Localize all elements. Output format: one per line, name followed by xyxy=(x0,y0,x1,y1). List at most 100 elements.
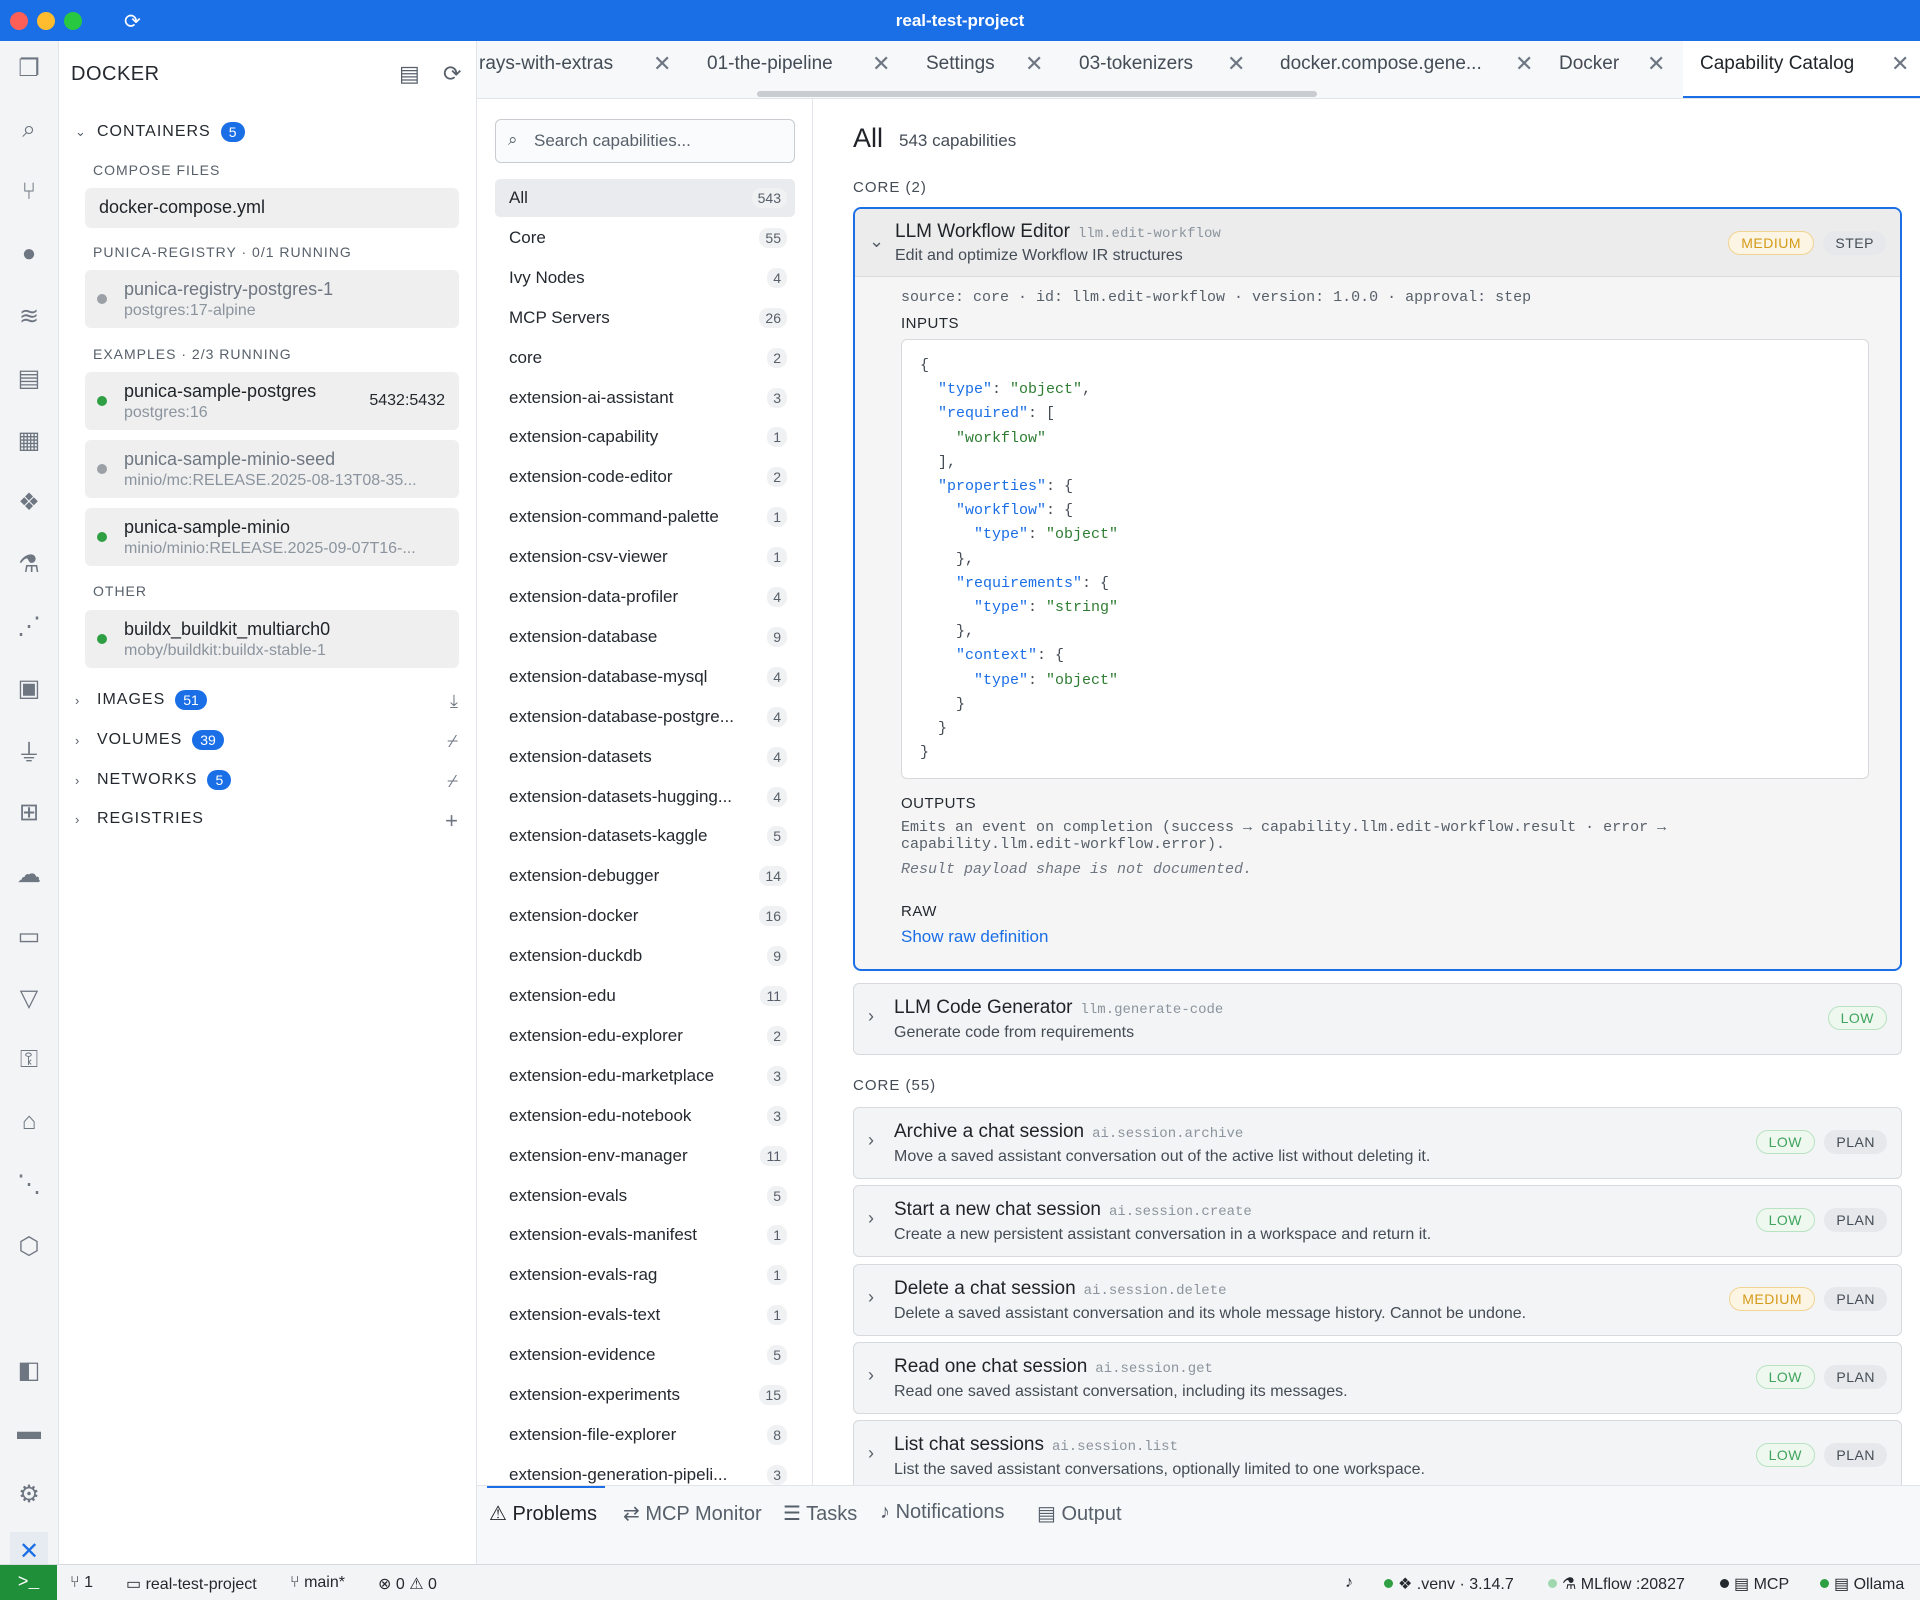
category-item[interactable]: extension-csv-viewer 1 xyxy=(495,538,795,576)
registries-section-header[interactable]: › REGISTRIES xyxy=(75,810,204,828)
category-item[interactable]: extension-datasets-hugging... 4 xyxy=(495,778,795,816)
category-item[interactable]: extension-generation-pipeli... 3 xyxy=(495,1456,795,1485)
tab-rays-with-extras[interactable]: rays-with-extras xyxy=(479,53,613,75)
tab-settings[interactable]: Settings xyxy=(926,53,995,75)
category-item[interactable]: extension-command-palette 1 xyxy=(495,498,795,536)
category-item[interactable]: extension-duckdb 9 xyxy=(495,937,795,975)
volumes-section-header[interactable]: › VOLUMES 39 xyxy=(75,730,224,750)
panel-tab-mcp-monitor[interactable]: ⇄ MCP Monitor xyxy=(623,1501,762,1526)
close-icon[interactable]: ✕ xyxy=(653,51,671,77)
category-item[interactable]: MCP Servers 26 xyxy=(495,299,795,337)
panel-tab-notifications[interactable]: ♪ Notifications xyxy=(880,1501,1005,1524)
capability-card[interactable]: › Archive a chat session ai.session.archiv… xyxy=(853,1107,1902,1179)
flask-icon[interactable]: ⚗ xyxy=(10,545,48,583)
source-control-icon[interactable]: ⑂ xyxy=(10,173,48,211)
networks-section-header[interactable]: › NETWORKS 5 xyxy=(75,770,232,790)
category-item[interactable]: extension-debugger 14 xyxy=(495,857,795,895)
category-item[interactable]: extension-database-mysql 4 xyxy=(495,658,795,696)
brain-icon[interactable]: ☁ xyxy=(10,855,48,893)
plug-icon[interactable]: ⏚ xyxy=(10,731,48,769)
category-item[interactable]: All 543 xyxy=(495,179,795,217)
venv-status[interactable]: ❖ .venv · 3.14.7 xyxy=(1384,1574,1514,1594)
panel-tab-output[interactable]: ▤ Output xyxy=(1037,1501,1122,1526)
category-item[interactable]: extension-evidence 5 xyxy=(495,1336,795,1374)
close-icon[interactable]: ✕ xyxy=(872,51,890,77)
ollama-status[interactable]: ▤ Ollama xyxy=(1820,1574,1904,1594)
layout-icon[interactable]: ▤ xyxy=(399,61,420,87)
search-icon[interactable]: ⌕ xyxy=(10,111,48,149)
category-item[interactable]: extension-docker 16 xyxy=(495,897,795,935)
graduation-cap-icon[interactable]: ⌂ xyxy=(10,1103,48,1141)
category-item[interactable]: extension-edu-explorer 2 xyxy=(495,1017,795,1055)
capability-card[interactable]: › List chat sessions ai.session.list List t… xyxy=(853,1420,1902,1485)
category-item[interactable]: extension-edu-notebook 3 xyxy=(495,1097,795,1135)
category-item[interactable]: extension-code-editor 2 xyxy=(495,458,795,496)
capability-card[interactable]: › Read one chat session ai.session.get Read… xyxy=(853,1341,1902,1414)
close-icon[interactable]: ✕ xyxy=(1891,51,1909,77)
container-item[interactable]: punica-sample-minio-seed minio/mc:RELEAS… xyxy=(85,440,459,498)
capability-card-header[interactable]: ⌄ LLM Workflow Editor llm.edit-workflow E… xyxy=(855,209,1900,277)
docker-icon[interactable]: ▦ xyxy=(10,421,48,459)
close-icon[interactable]: ✕ xyxy=(1515,51,1533,77)
tab-capability-catalog[interactable]: Capability Catalog xyxy=(1700,53,1854,75)
compose-file-item[interactable]: docker-compose.yml xyxy=(85,188,459,228)
panel-tab-tasks[interactable]: ☰ Tasks xyxy=(783,1501,857,1526)
prune-volumes-icon[interactable]: ⌿ xyxy=(447,731,458,752)
problems-status[interactable]: ⊗ 0 ⚠ 0 xyxy=(378,1574,437,1594)
category-item[interactable]: extension-evals-text 1 xyxy=(495,1296,795,1334)
folders-icon[interactable]: ▤ xyxy=(10,359,48,397)
category-item[interactable]: extension-edu 11 xyxy=(495,977,795,1015)
images-section-header[interactable]: › IMAGES 51 xyxy=(75,690,207,710)
containers-section-header[interactable]: ⌄ CONTAINERS 5 xyxy=(75,122,245,142)
category-item[interactable]: Core 55 xyxy=(495,219,795,257)
tab-docker-compose[interactable]: docker.compose.gene... xyxy=(1280,53,1482,75)
workflow-icon[interactable]: ⊞ xyxy=(10,793,48,831)
tabs-scrollbar[interactable] xyxy=(757,91,1317,97)
mcp-status[interactable]: ▤ MCP xyxy=(1720,1574,1789,1594)
nodes-icon[interactable]: ⋱ xyxy=(10,1165,48,1203)
show-raw-definition-link[interactable]: Show raw definition xyxy=(901,927,1048,947)
mlflow-status[interactable]: ⚗ MLflow :20827 xyxy=(1548,1574,1685,1594)
tab-docker[interactable]: Docker xyxy=(1559,53,1619,75)
search-input[interactable] xyxy=(534,128,784,154)
tab-03-tokenizers[interactable]: 03-tokenizers xyxy=(1079,53,1193,75)
refresh-icon[interactable]: ⟳ xyxy=(443,61,461,87)
category-item[interactable]: extension-evals 5 xyxy=(495,1177,795,1215)
container-item[interactable]: punica-registry-postgres-1 postgres:17-a… xyxy=(85,270,459,328)
terminal-icon[interactable]: >_ xyxy=(0,1565,57,1600)
cubes-icon[interactable]: ⬡ xyxy=(10,1227,48,1265)
category-item[interactable]: extension-datasets 4 xyxy=(495,738,795,776)
close-icon[interactable]: ✕ xyxy=(1647,51,1665,77)
pull-image-icon[interactable]: ⤓ xyxy=(450,691,458,712)
container-item[interactable]: punica-sample-minio minio/minio:RELEASE.… xyxy=(85,508,459,566)
prune-networks-icon[interactable]: ⌿ xyxy=(447,771,458,792)
capability-card[interactable]: › LLM Code Generator llm.generate-code Ge… xyxy=(853,983,1902,1055)
settings-gear-icon[interactable]: ⚙ xyxy=(10,1475,48,1513)
category-item[interactable]: Ivy Nodes 4 xyxy=(495,259,795,297)
category-item[interactable]: extension-edu-marketplace 3 xyxy=(495,1057,795,1095)
capability-card[interactable]: › Start a new chat session ai.session.crea… xyxy=(853,1185,1902,1258)
graph-icon[interactable]: ⋰ xyxy=(10,607,48,645)
category-item[interactable]: extension-database 9 xyxy=(495,618,795,656)
close-icon[interactable]: ✕ xyxy=(1227,51,1245,77)
database-icon[interactable]: ≋ xyxy=(10,297,48,335)
add-registry-icon[interactable]: + xyxy=(445,808,458,834)
chat-icon[interactable]: ● xyxy=(10,235,48,273)
category-item[interactable]: extension-database-postgre... 4 xyxy=(495,698,795,736)
panel-tab-problems[interactable]: ⚠ Problems xyxy=(489,1501,597,1526)
python-icon[interactable]: ❖ xyxy=(10,483,48,521)
category-item[interactable]: extension-datasets-kaggle 5 xyxy=(495,817,795,855)
category-item[interactable]: extension-evals-rag 1 xyxy=(495,1256,795,1294)
extensions-icon[interactable]: ◧ xyxy=(10,1351,48,1389)
key-icon[interactable]: ⚿ xyxy=(10,1041,48,1079)
category-item[interactable]: core 2 xyxy=(495,339,795,377)
category-item[interactable]: extension-ai-assistant 3 xyxy=(495,379,795,417)
bell-icon[interactable]: ♪ xyxy=(1345,1574,1353,1592)
category-item[interactable]: extension-experiments 15 xyxy=(495,1376,795,1414)
remotes-status[interactable]: ⑂ 1 xyxy=(70,1574,93,1592)
explorer-icon[interactable]: ❐ xyxy=(10,49,48,87)
toolbox-icon[interactable]: ▭ xyxy=(10,917,48,955)
category-item[interactable]: extension-capability 1 xyxy=(495,418,795,456)
category-item[interactable]: extension-data-profiler 4 xyxy=(495,578,795,616)
category-item[interactable]: extension-evals-manifest 1 xyxy=(495,1216,795,1254)
